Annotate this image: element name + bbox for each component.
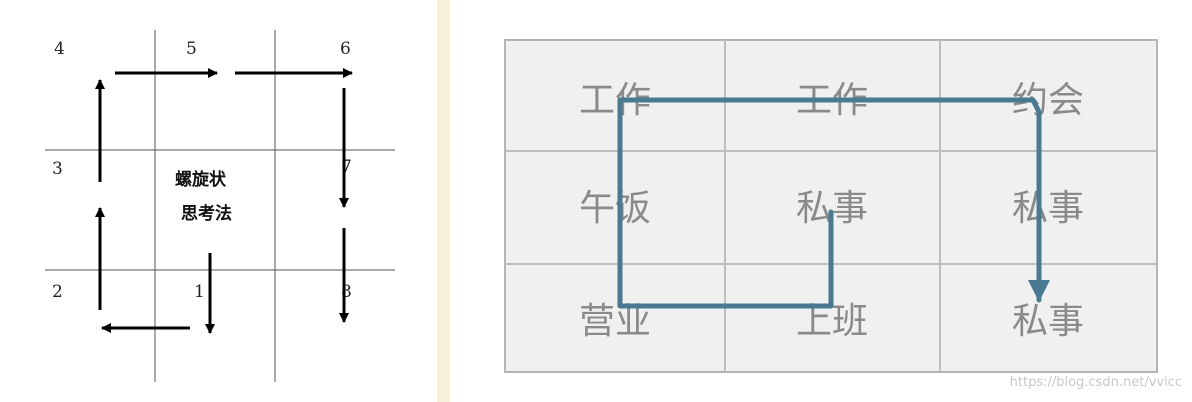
cell-r3c3: 私事 (1012, 301, 1084, 342)
schedule-grid: 工作 工作 约会 午饭 私事 私事 营业 上班 私事 (504, 39, 1158, 373)
schedule-grid-panel: 工作 工作 约会 午饭 私事 私事 营业 上班 私事 https://blog.… (450, 0, 1192, 402)
cell-r2c1: 午饭 (579, 188, 651, 229)
spiral-diagram: 4 5 6 3 7 2 1 8 螺旋状 思考法 (45, 30, 395, 382)
cell-number-3: 3 (52, 159, 63, 179)
spiral-diagram-panel: 4 5 6 3 7 2 1 8 螺旋状 思考法 (0, 0, 437, 402)
cell-number-2: 2 (52, 282, 63, 302)
panel-divider (437, 0, 450, 402)
cell-number-5: 5 (186, 39, 197, 59)
cell-number-1: 1 (194, 282, 205, 302)
cell-number-6: 6 (340, 39, 351, 59)
cell-number-4: 4 (54, 39, 65, 59)
cell-r2c3: 私事 (1012, 188, 1084, 229)
watermark-text: https://blog.csdn.net/vvicc (1009, 375, 1182, 390)
center-label-line2: 思考法 (181, 203, 232, 224)
center-label-line1: 螺旋状 (175, 169, 227, 190)
